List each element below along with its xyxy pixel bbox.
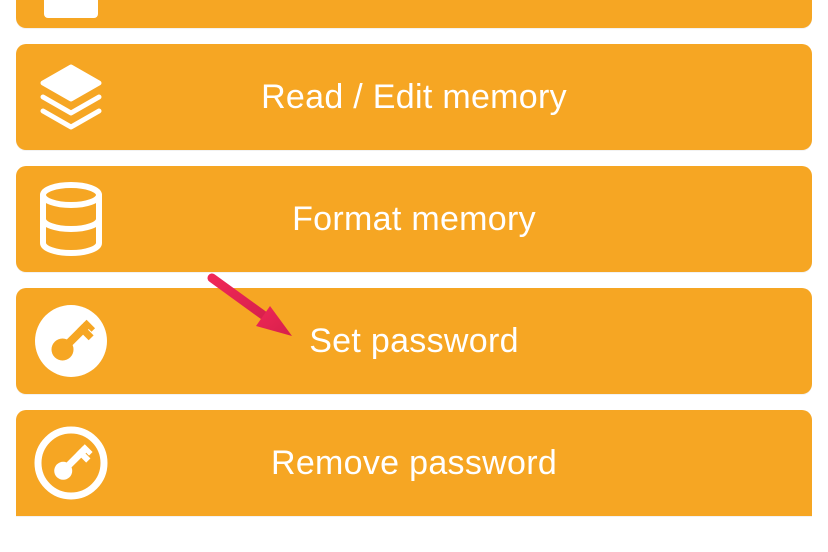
menu-list: Read / Edit memory Format memory	[0, 0, 828, 516]
layers-icon	[16, 59, 126, 135]
menu-item-remove-password[interactable]: Remove password	[16, 410, 812, 516]
menu-item-label: Read / Edit memory	[261, 78, 567, 116]
key-outline-icon	[16, 422, 126, 504]
menu-item-label: Remove password	[271, 444, 557, 482]
menu-item-label-wrap: Read / Edit memory	[16, 78, 812, 117]
menu-item-format-memory[interactable]: Format memory	[16, 166, 812, 272]
database-icon	[16, 181, 126, 257]
menu-item-label: Set password	[309, 322, 519, 360]
menu-item-label-wrap: Format memory	[16, 200, 812, 239]
menu-item-label: Format memory	[292, 200, 536, 238]
menu-item-0[interactable]	[16, 0, 812, 28]
menu-item-set-password[interactable]: Set password	[16, 288, 812, 394]
lock-icon	[16, 0, 126, 26]
menu-item-label-wrap: Set password	[16, 322, 812, 361]
menu-item-label-wrap: Remove password	[16, 444, 812, 483]
menu-item-read-edit-memory[interactable]: Read / Edit memory	[16, 44, 812, 150]
key-icon	[16, 300, 126, 382]
